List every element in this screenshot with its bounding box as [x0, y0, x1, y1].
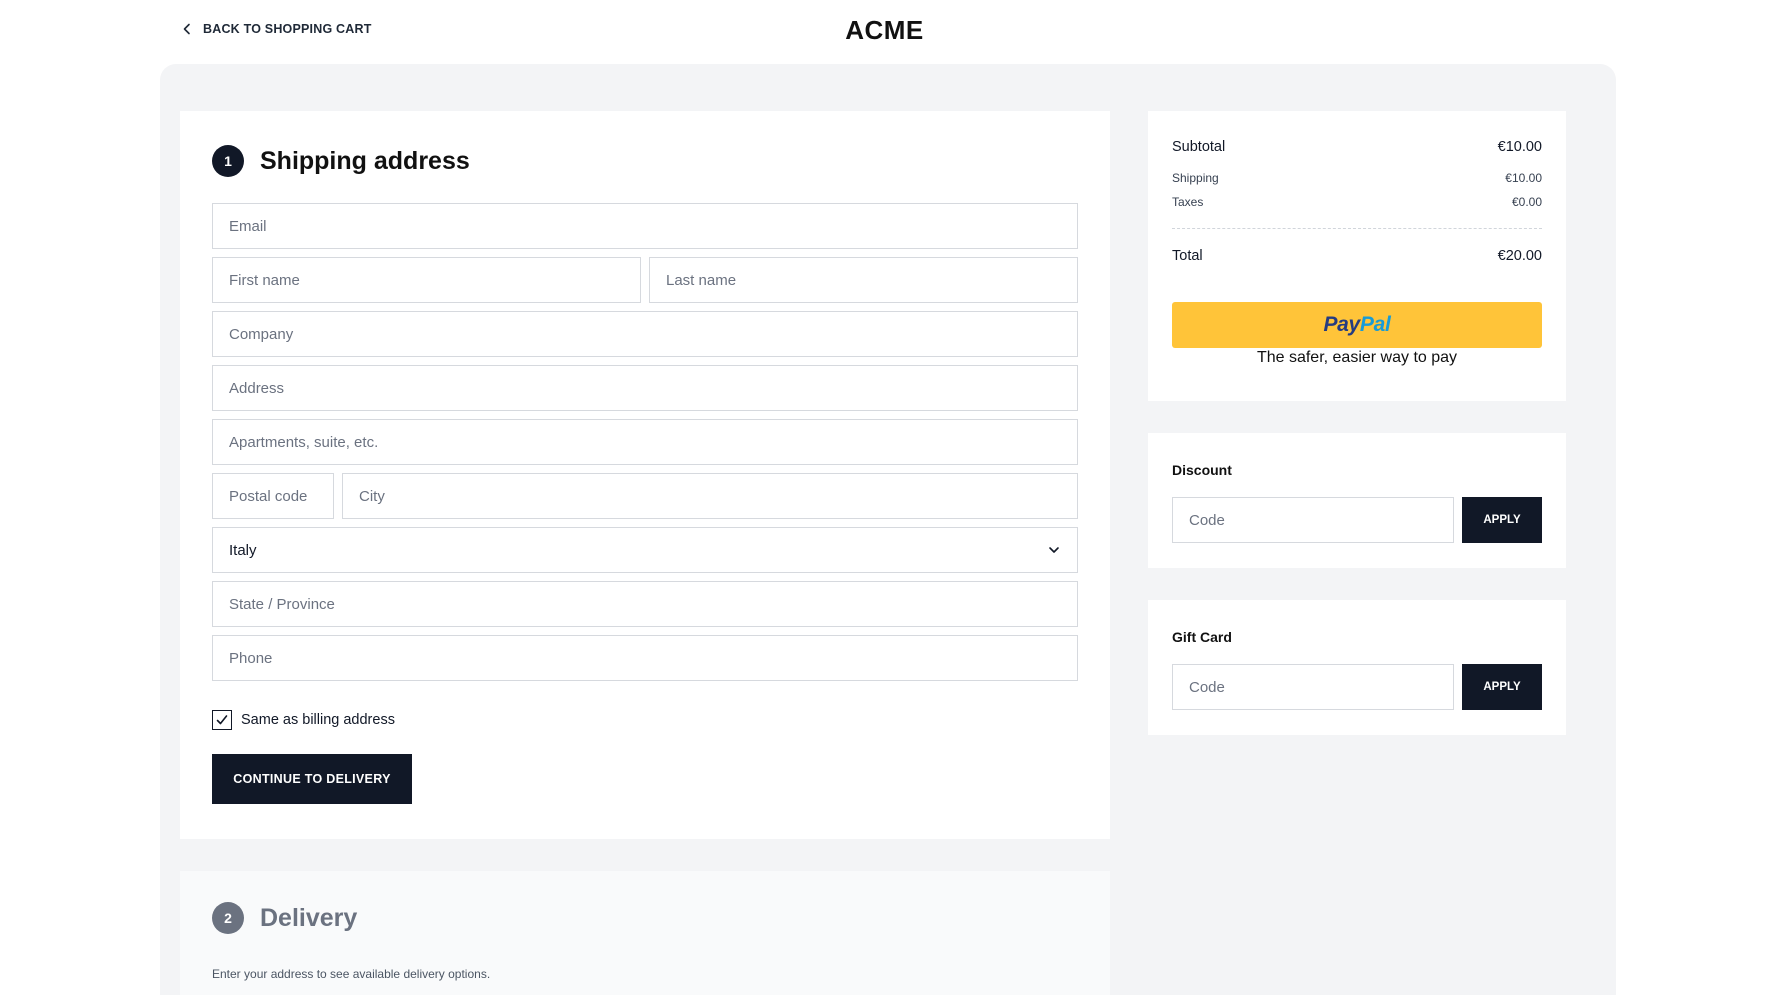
- delivery-description: Enter your address to see available deli…: [212, 967, 491, 981]
- taxes-label: Taxes: [1172, 195, 1204, 209]
- delivery-section-header: 2 Delivery: [212, 902, 357, 934]
- country-select[interactable]: Italy: [212, 527, 1078, 573]
- total-label: Total: [1172, 248, 1203, 264]
- discount-apply-button[interactable]: APPLY: [1462, 497, 1542, 543]
- paypal-tagline: The safer, easier way to pay: [1256, 349, 1458, 366]
- summary-divider: [1172, 228, 1542, 229]
- gift-card-apply-button[interactable]: APPLY: [1462, 664, 1542, 710]
- phone-field[interactable]: Phone: [212, 635, 1078, 681]
- shipping-value: €10.00: [1505, 171, 1542, 185]
- total-value: €20.00: [1497, 248, 1542, 264]
- shipping-address-card: 1 Shipping address Email First name Last…: [180, 111, 1110, 839]
- paypal-button[interactable]: PayPal: [1172, 302, 1542, 348]
- postal-code-field[interactable]: Postal code: [212, 473, 334, 519]
- last-name-field[interactable]: Last name: [649, 257, 1078, 303]
- step-number-badge: 2: [212, 902, 244, 934]
- subtotal-label: Subtotal: [1172, 139, 1226, 155]
- brand-logo[interactable]: ACME: [0, 15, 1769, 46]
- section-title: Shipping address: [260, 146, 470, 175]
- delivery-card: 2 Delivery Enter your address to see ava…: [180, 871, 1110, 995]
- paypal-logo: PayPal: [1323, 313, 1391, 336]
- top-bar: BACK TO SHOPPING CART ACME: [0, 0, 1769, 64]
- apartment-field[interactable]: Apartments, suite, etc.: [212, 419, 1078, 465]
- total-row: Total €20.00: [1172, 248, 1542, 264]
- city-field[interactable]: City: [342, 473, 1078, 519]
- address-field[interactable]: Address: [212, 365, 1078, 411]
- order-summary-card: Subtotal €10.00 Shipping €10.00 Taxes €0…: [1148, 111, 1566, 401]
- gift-card-title: Gift Card: [1172, 629, 1232, 645]
- step-number-badge: 1: [212, 145, 244, 177]
- chevron-down-icon: [1049, 547, 1059, 553]
- subtotal-value: €10.00: [1497, 139, 1542, 155]
- gift-card-code-input[interactable]: Code: [1172, 664, 1454, 710]
- company-field[interactable]: Company: [212, 311, 1078, 357]
- continue-to-delivery-button[interactable]: CONTINUE TO DELIVERY: [212, 754, 412, 804]
- state-province-field[interactable]: State / Province: [212, 581, 1078, 627]
- country-value: Italy: [229, 541, 257, 559]
- same-billing-checkbox[interactable]: [212, 710, 232, 730]
- checkmark-icon: [216, 715, 228, 725]
- same-billing-label: Same as billing address: [241, 712, 395, 728]
- email-field[interactable]: Email: [212, 203, 1078, 249]
- discount-title: Discount: [1172, 462, 1232, 478]
- same-billing-row[interactable]: Same as billing address: [212, 710, 395, 730]
- first-name-field[interactable]: First name: [212, 257, 641, 303]
- taxes-row: Taxes €0.00: [1172, 195, 1542, 209]
- discount-card: Discount Code APPLY: [1148, 433, 1566, 568]
- section-title: Delivery: [260, 903, 358, 932]
- shipping-label: Shipping: [1172, 171, 1219, 185]
- shipping-row: Shipping €10.00: [1172, 171, 1542, 185]
- shipping-section-header: 1 Shipping address: [212, 145, 470, 177]
- gift-card-card: Gift Card Code APPLY: [1148, 600, 1566, 735]
- discount-code-input[interactable]: Code: [1172, 497, 1454, 543]
- taxes-value: €0.00: [1511, 195, 1542, 209]
- subtotal-row: Subtotal €10.00: [1172, 139, 1542, 155]
